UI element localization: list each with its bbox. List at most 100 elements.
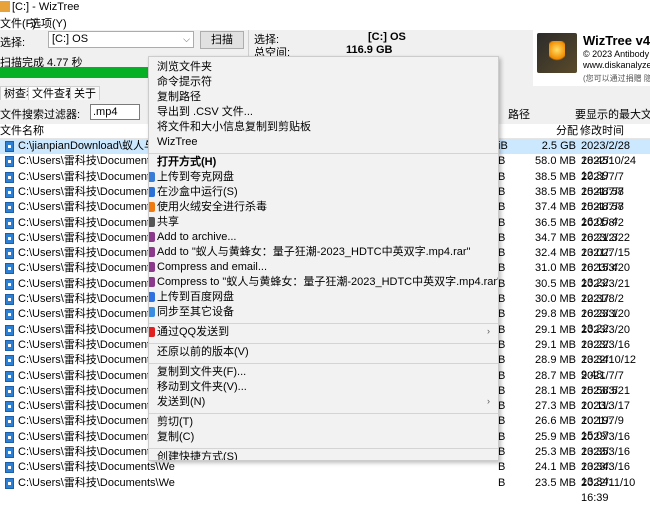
file-path: C:\Users\雷科技\Documents\备 (18, 216, 170, 229)
file-size-partial: B (498, 277, 506, 290)
file-alloc: 27.3 MB (535, 400, 576, 413)
file-alloc: 37.4 MB (535, 201, 576, 214)
menu-item[interactable]: 剪切(T) (157, 416, 193, 429)
drive-select-label: 选择: (0, 37, 26, 49)
table-row[interactable]: C:\Users\雷科技\Documents\We B 24.1 MB 2023/3/… (0, 460, 650, 488)
menu-item[interactable]: Compress to "蚁人与黄蜂女：量子狂潮-2023_HDTC中英双字.m… (157, 276, 498, 289)
rar-icon (149, 277, 155, 287)
column-modified[interactable]: 修改时间 (580, 124, 624, 138)
video-file-icon (5, 401, 14, 413)
menu-item[interactable]: 在沙盒中运行(S) (157, 186, 238, 199)
video-file-icon (5, 309, 14, 321)
file-alloc: 38.5 MB (535, 170, 576, 183)
menu-item[interactable]: 导出到 .CSV 文件... (157, 106, 253, 119)
file-size-partial: B (498, 338, 506, 351)
menu-item[interactable]: 命令提示符 (157, 76, 212, 89)
branding-copyright: © 2023 Antibody S (583, 49, 650, 59)
branding-url[interactable]: www.diskanalyzer.c (583, 60, 650, 70)
stats-select-value: [C:] OS (368, 31, 406, 43)
menu-item[interactable]: 同步至其它设备 (157, 306, 234, 319)
menu-bar: 文件(F) 选项(Y) (0, 14, 650, 30)
file-size-partial: B (498, 354, 506, 367)
sync-icon (149, 307, 155, 317)
menu-separator (149, 153, 498, 154)
video-file-icon (5, 294, 14, 305)
filter-label: 文件搜索过滤器: (0, 109, 81, 121)
menu-item[interactable]: Compress and email... (157, 261, 267, 274)
menu-item[interactable]: 打开方式(H) (157, 156, 216, 169)
menu-item[interactable]: WizTree (157, 136, 198, 149)
file-size-partial: B (498, 185, 506, 198)
menu-item[interactable]: 复制路径 (157, 91, 201, 104)
column-alloc[interactable]: 分配 (556, 124, 578, 138)
video-file-icon (5, 263, 14, 275)
file-path: C:\Users\雷科技\Documents\备 (18, 185, 170, 198)
file-size-partial: B (498, 262, 506, 275)
filter-path-option[interactable]: 路径 (508, 106, 530, 122)
file-alloc: 29.1 MB (535, 338, 576, 351)
menu-item[interactable]: 还原以前的版本(V) (157, 346, 249, 359)
chevron-right-icon: › (487, 396, 490, 406)
qq-icon (149, 327, 155, 337)
fire-icon (149, 202, 155, 212)
file-alloc: 25.9 MB (535, 430, 576, 443)
file-size-partial: B (498, 446, 506, 458)
menu-separator (149, 343, 498, 344)
branding-title: WizTree v4.13 (583, 33, 650, 48)
tab-about[interactable]: 关于 (70, 86, 100, 101)
menu-item[interactable]: 上传到夸克网盘 (157, 171, 234, 184)
menu-item[interactable]: Add to "蚁人与黄蜂女：量子狂潮-2023_HDTC中英双字.mp4.ra… (157, 246, 470, 259)
file-size-partial: B (498, 170, 506, 183)
video-file-icon (5, 324, 14, 336)
file-path: C:\Users\雷科技\Documents\备 (18, 247, 170, 260)
file-size-partial: B (498, 323, 506, 336)
file-alloc: 25.3 MB (535, 446, 576, 458)
video-file-icon (5, 232, 14, 244)
menu-item[interactable]: 创建快捷方式(S) (157, 451, 238, 460)
video-file-icon (5, 278, 14, 290)
column-name[interactable]: 文件名称 (0, 124, 44, 138)
file-alloc: 30.0 MB (535, 293, 576, 305)
menu-item[interactable]: 复制(C) (157, 431, 194, 444)
menu-item[interactable]: 移动到文件夹(V)... (157, 381, 247, 394)
rar-icon (149, 247, 155, 257)
file-size-partial: B (498, 155, 506, 168)
window-title: [C:] - WizTree (12, 1, 80, 13)
menu-item[interactable]: 使用火绒安全进行杀毒 (157, 201, 267, 214)
menu-item[interactable]: 发送到(N) (157, 396, 205, 409)
video-file-icon (5, 370, 14, 382)
branding-note: (您可以通过捐赠 隐藏 (583, 74, 650, 83)
file-alloc: 28.7 MB (535, 369, 576, 382)
file-path: C:\Users\雷科技\Documents\We (18, 461, 175, 474)
menu-separator (149, 448, 498, 449)
scan-button[interactable]: 扫描 (200, 31, 244, 49)
file-alloc: 36.5 MB (535, 216, 576, 229)
chevron-down-icon: ⌵ (183, 34, 190, 44)
video-file-icon (5, 447, 14, 458)
video-file-icon (5, 416, 14, 428)
table-row[interactable]: C:\Users\雷科技\Documents\We B 23.5 MB 2022/11… (0, 476, 650, 504)
file-size-partial: B (498, 247, 506, 260)
file-size-partial: B (498, 216, 506, 229)
chevron-right-icon: › (487, 326, 490, 336)
file-path: C:\Users\雷科技\Documents\备 (18, 170, 170, 183)
file-size-partial: B (498, 384, 506, 397)
file-size-partial: B (498, 415, 506, 428)
max-files-label: 要显示的最大文件 (575, 109, 650, 121)
menu-item[interactable]: 上传到百度网盘 (157, 291, 234, 304)
menu-item[interactable]: 通过QQ发送到 (157, 326, 229, 339)
drive-select-value: [C:] OS (52, 33, 89, 45)
video-file-icon (5, 171, 14, 183)
menu-item[interactable]: 复制到文件夹(F)... (157, 366, 246, 379)
filter-input[interactable]: .mp4 (90, 104, 140, 120)
menu-item[interactable]: Add to archive... (157, 231, 237, 244)
menu-item[interactable]: 浏览文件夹 (157, 61, 212, 74)
drive-select[interactable]: [C:] OS ⌵ (48, 31, 194, 48)
file-path: C:\Users\雷科技\Documents\We (18, 476, 175, 489)
menu-options[interactable]: 选项(Y) (30, 15, 67, 31)
menu-item[interactable]: 将文件和大小信息复制到剪贴板 (157, 121, 311, 134)
file-alloc: 34.7 MB (535, 231, 576, 244)
menu-item[interactable]: 共享 (157, 216, 179, 229)
file-alloc: 28.9 MB (535, 354, 576, 367)
file-path: C:\Users\雷科技\Documents\备 (18, 369, 170, 382)
